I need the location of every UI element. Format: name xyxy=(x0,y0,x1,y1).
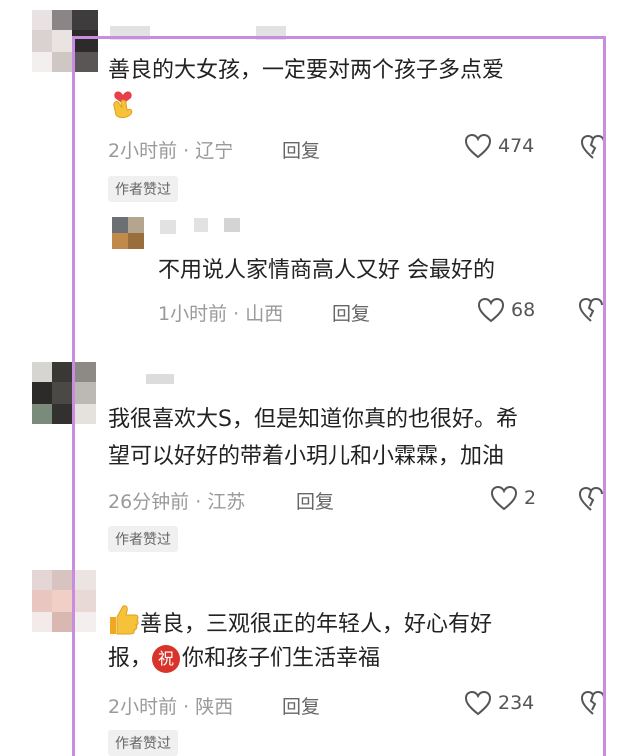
comment-location: 辽宁 xyxy=(195,140,234,162)
like-count: 68 xyxy=(511,299,536,321)
comment-time: 2小时前 xyxy=(108,140,178,162)
zhu-emoji: 祝 xyxy=(152,645,181,673)
username-blurred[interactable] xyxy=(194,218,208,232)
like-count: 474 xyxy=(498,135,535,157)
avatar[interactable] xyxy=(32,10,98,72)
comment-meta: 2小时前 · 陕西 xyxy=(108,696,234,718)
reply-text: 不用说人家情商高人又好 会最好的 xyxy=(158,258,495,283)
reply-location: 山西 xyxy=(245,303,284,325)
reply-button[interactable]: 回复 xyxy=(282,136,320,163)
comment-meta: 2小时前 · 辽宁 xyxy=(108,140,234,162)
dislike-icon[interactable] xyxy=(580,134,606,164)
dislike-icon[interactable] xyxy=(578,486,604,516)
heart-icon xyxy=(464,133,492,159)
username-blurred[interactable] xyxy=(110,26,150,40)
comment-text: 善良的大女孩，一定要对两个孩子多点爱 xyxy=(108,58,505,83)
like-button[interactable]: 68 xyxy=(477,297,535,323)
reply-button[interactable]: 回复 xyxy=(282,692,320,719)
author-liked-badge: 作者赞过 xyxy=(108,526,178,552)
like-count: 234 xyxy=(498,692,535,714)
heart-icon xyxy=(490,485,518,511)
reply-time: 1小时前 xyxy=(158,303,228,325)
comment-meta: 26分钟前 · 江苏 xyxy=(108,491,246,513)
like-button[interactable]: 234 xyxy=(464,690,534,716)
dislike-icon[interactable] xyxy=(578,297,604,327)
dislike-icon[interactable] xyxy=(580,690,606,720)
comment-text: 报，祝你和孩子们生活幸福 xyxy=(108,645,381,673)
username-blurred[interactable] xyxy=(160,220,176,234)
comment-time: 26分钟前 xyxy=(108,491,190,513)
avatar[interactable] xyxy=(112,217,144,249)
username-blurred[interactable] xyxy=(146,374,174,384)
comment-text: 我很喜欢大S，但是知道你真的也很好。希 xyxy=(108,407,518,432)
like-button[interactable]: 474 xyxy=(464,133,534,159)
username-blurred[interactable] xyxy=(256,26,286,40)
reply-button[interactable]: 回复 xyxy=(332,299,370,326)
like-count: 2 xyxy=(524,487,537,509)
comment-location: 陕西 xyxy=(195,696,234,718)
author-liked-badge: 作者赞过 xyxy=(108,730,178,756)
heart-hands-emoji xyxy=(109,86,137,120)
username-blurred[interactable] xyxy=(224,218,240,232)
avatar[interactable] xyxy=(32,362,96,424)
comment-text: 望可以好好的带着小玥儿和小霖霖，加油 xyxy=(108,444,505,469)
author-liked-badge: 作者赞过 xyxy=(108,176,178,202)
reply-button[interactable]: 回复 xyxy=(296,487,334,514)
comment-location: 江苏 xyxy=(207,491,246,513)
heart-icon xyxy=(464,690,492,716)
comment-time: 2小时前 xyxy=(108,696,178,718)
heart-icon xyxy=(477,297,505,323)
avatar[interactable] xyxy=(32,570,96,632)
like-button[interactable]: 2 xyxy=(490,485,536,511)
reply-meta: 1小时前 · 山西 xyxy=(158,303,284,325)
